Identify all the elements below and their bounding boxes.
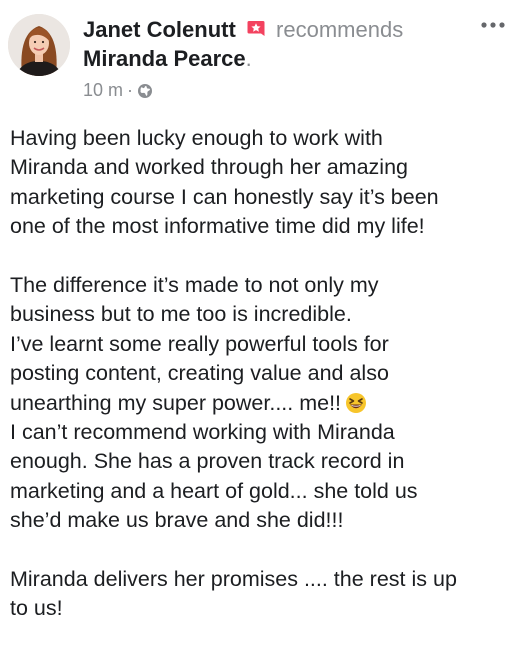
body-line: business but to me too is incredible. bbox=[10, 302, 352, 327]
more-options-icon[interactable] bbox=[478, 14, 508, 36]
header-line-1: Janet Colenutt recommends bbox=[83, 16, 403, 44]
body-line: to us! bbox=[10, 596, 63, 621]
trailing-period: . bbox=[245, 46, 252, 71]
body-line: I can’t recommend working with Miranda bbox=[10, 420, 395, 445]
author-name[interactable]: Janet Colenutt bbox=[83, 17, 236, 42]
body-line: The difference it’s made to not only my bbox=[10, 273, 379, 298]
meta-separator: · bbox=[127, 80, 134, 100]
post-meta: 10 m · bbox=[83, 79, 153, 101]
body-line: one of the most informative time did my … bbox=[10, 214, 425, 239]
globe-icon bbox=[137, 82, 153, 98]
body-line: enough. She has a proven track record in bbox=[10, 449, 405, 474]
body-line: posting content, creating value and also bbox=[10, 361, 389, 386]
body-line: I’ve learnt some really powerful tools f… bbox=[10, 331, 389, 356]
body-line-with-emoji: unearthing my super power.... me!! bbox=[10, 389, 515, 418]
recommends-label: recommends bbox=[276, 17, 404, 42]
post-body: Having been lucky enough to work with Mi… bbox=[10, 124, 515, 624]
body-line: Miranda and worked through her amazing bbox=[10, 155, 408, 180]
header-line-2: Miranda Pearce. bbox=[83, 45, 252, 73]
body-line: unearthing my super power.... me!! bbox=[10, 390, 342, 415]
avatar[interactable] bbox=[8, 14, 70, 76]
post-header: Janet Colenutt recommends Miranda Pearce… bbox=[0, 0, 524, 110]
recommendation-post: Janet Colenutt recommends Miranda Pearce… bbox=[0, 0, 524, 654]
body-line: marketing course I can honestly say it’s… bbox=[10, 184, 439, 209]
body-line: Having been lucky enough to work with bbox=[10, 126, 383, 150]
post-timestamp[interactable]: 10 m bbox=[83, 79, 123, 101]
body-line: marketing and a heart of gold... she tol… bbox=[10, 478, 418, 503]
body-line: she’d make us brave and she did!!! bbox=[10, 508, 344, 533]
recommend-star-icon bbox=[246, 18, 266, 38]
grinning-squinting-face-emoji bbox=[345, 392, 367, 414]
body-line: Miranda delivers her promises .... the r… bbox=[10, 567, 457, 592]
avatar-image bbox=[8, 14, 70, 76]
recommended-page-name[interactable]: Miranda Pearce bbox=[83, 46, 246, 71]
